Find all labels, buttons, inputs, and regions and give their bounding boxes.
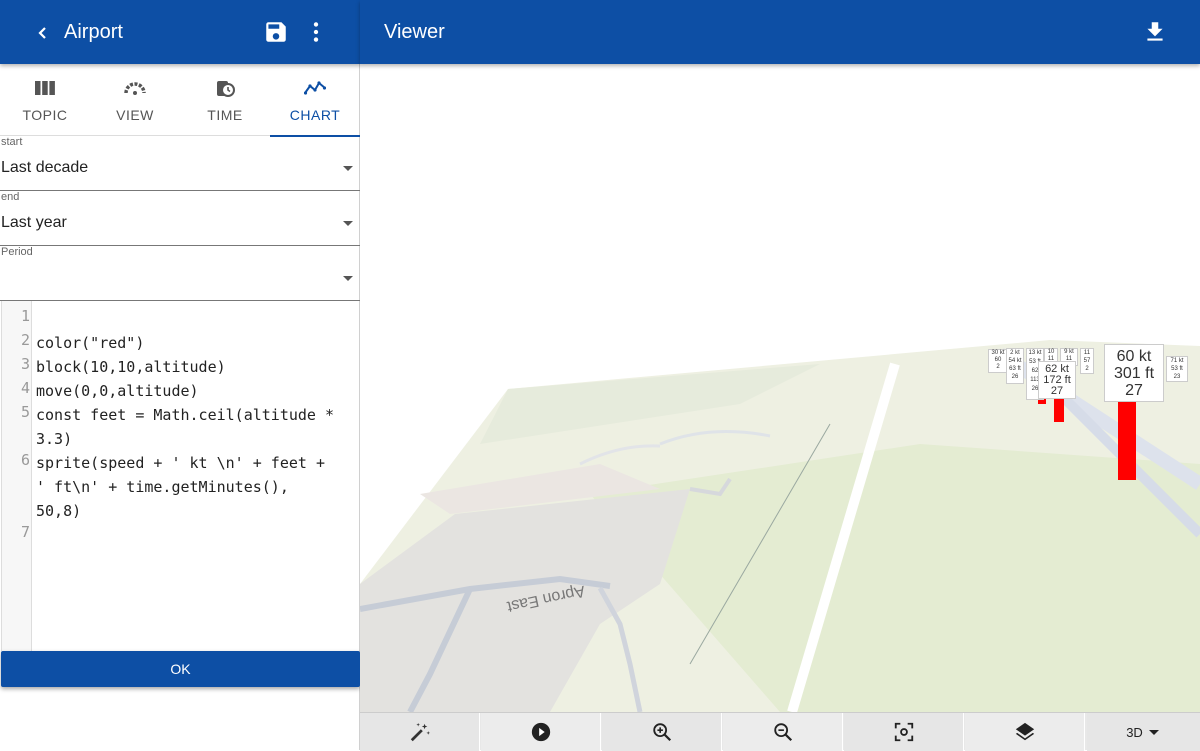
code-line: 50,8)	[36, 502, 82, 520]
view-mode-value: 3D	[1126, 724, 1143, 740]
start-label: start	[1, 136, 23, 148]
end-value: Last year	[1, 214, 67, 231]
tab-label: CHART	[289, 107, 341, 123]
map-viewer[interactable]: Apron East 30 kt 60 2 2 kt 54 kt 63 ft 26 13 …	[360, 64, 1200, 712]
back-button[interactable]	[30, 20, 56, 46]
left-app-bar: Airport	[0, 0, 360, 64]
viewer-title: Viewer	[384, 21, 445, 43]
line-number: 5	[20, 403, 30, 421]
code-line: const feet = Math.ceil(altitude *	[36, 406, 335, 424]
save-button[interactable]	[263, 19, 289, 45]
chevron-left-icon	[38, 27, 46, 39]
auto-fix-button[interactable]	[360, 713, 480, 751]
chart-line-icon	[304, 81, 326, 95]
more-vert-icon	[313, 22, 319, 42]
sprite-label: 2 kt 54 kt 63 ft 26	[1006, 348, 1024, 384]
download-button[interactable]	[1142, 19, 1168, 45]
tab-label: VIEW	[116, 107, 154, 123]
more-options-button[interactable]	[303, 19, 329, 45]
code-line: block(10,10,altitude)	[36, 358, 226, 376]
zoom-out-button[interactable]	[723, 713, 843, 751]
line-number: 7	[20, 523, 30, 541]
tab-bar: TOPIC VIEW TIME CHART	[0, 64, 360, 137]
line-number-gutter: 1 2 3 4 5 6 7	[2, 301, 32, 651]
dropdown-arrow-icon	[343, 221, 353, 226]
tab-time[interactable]: TIME	[180, 64, 270, 136]
magic-wand-icon	[410, 722, 430, 742]
sprite-label: 30 kt 60 2	[988, 349, 1008, 373]
dropdown-arrow-icon	[343, 276, 353, 281]
tab-label: TOPIC	[22, 107, 68, 123]
line-number: 1	[20, 307, 30, 325]
line-number: 2	[20, 331, 30, 349]
dropdown-arrow-icon	[343, 166, 353, 171]
line-number: 6	[20, 451, 30, 469]
end-select[interactable]: end Last year	[0, 191, 360, 246]
download-icon	[1147, 22, 1163, 41]
tab-label: TIME	[207, 107, 243, 123]
sprite-block	[1118, 402, 1136, 480]
dropdown-arrow-icon	[1148, 730, 1159, 735]
zoom-in-icon	[652, 723, 671, 742]
view-mode-select[interactable]: 3D	[1087, 713, 1200, 751]
code-line: color("red")	[36, 334, 145, 352]
sprite-label: 60 kt 301 ft 27	[1104, 344, 1164, 402]
code-line: ' ft\n' + time.getMinutes(),	[36, 478, 289, 496]
zoom-out-icon	[773, 723, 792, 742]
play-circle-icon	[531, 722, 550, 742]
layers-icon	[1015, 722, 1034, 741]
ok-button[interactable]: OK	[1, 651, 360, 687]
history-icon	[217, 81, 235, 97]
code-line: 3.3)	[36, 430, 73, 448]
end-label: end	[1, 191, 20, 203]
sprite-label: 11 57 2	[1080, 348, 1094, 374]
save-icon	[266, 22, 286, 42]
layers-button[interactable]	[965, 713, 1085, 751]
center-focus-icon	[894, 722, 913, 742]
zoom-in-button[interactable]	[602, 713, 722, 751]
sprite-label: 71 kt 53 ft 23	[1166, 356, 1188, 382]
columns-icon	[35, 81, 55, 95]
sprite-block	[1054, 398, 1064, 422]
page-title: Airport	[64, 21, 123, 43]
line-number: 3	[20, 355, 30, 373]
start-value: Last decade	[1, 159, 89, 176]
center-focus-button[interactable]	[844, 713, 964, 751]
play-button[interactable]	[481, 713, 601, 751]
tab-view[interactable]: VIEW	[90, 64, 180, 136]
left-panel: Airport TOPIC VIEW TIME CHART start Last…	[0, 0, 360, 750]
gauge-icon	[124, 82, 146, 95]
viewer-app-bar: Viewer	[360, 0, 1200, 64]
period-label: Period	[1, 246, 33, 258]
start-select[interactable]: start Last decade	[0, 136, 360, 191]
code-line: sprite(speed + ' kt \n' + feet +	[36, 454, 325, 472]
sprite-label: 62 kt 172 ft 27	[1038, 361, 1076, 399]
viewer-toolbar: 3D	[360, 712, 1200, 751]
period-select[interactable]: Period	[0, 246, 360, 301]
tab-chart[interactable]: CHART	[270, 64, 360, 137]
tab-topic[interactable]: TOPIC	[0, 64, 90, 136]
code-editor[interactable]: 1 2 3 4 5 6 7 color("red") block(10,10,a…	[1, 301, 359, 651]
code-line: move(0,0,altitude)	[36, 382, 199, 400]
line-number: 4	[20, 379, 30, 397]
